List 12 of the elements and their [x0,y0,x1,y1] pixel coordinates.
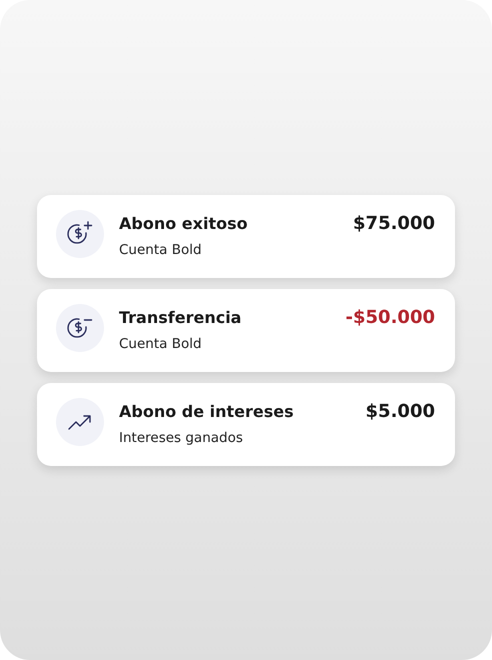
transaction-card[interactable]: Abono exitoso Cuenta Bold $75.000 [37,195,455,278]
amount: $5.000 [366,401,435,422]
transaction-card[interactable]: Transferencia Cuenta Bold -$50.000 [37,289,455,372]
amount: -$50.000 [346,307,435,328]
account-label: Cuenta Bold [119,242,203,258]
transaction-title: Abono exitoso [119,214,249,232]
transaction-title: Abono de intereses [119,402,295,420]
amount: $75.000 [353,213,435,234]
transaction-card[interactable]: Abono de intereses Intereses ganados $5.000 [37,383,455,466]
account-label: Cuenta Bold [119,336,203,352]
account-label: Intereses ganados [119,430,244,446]
transaction-title: Transferencia [119,308,242,326]
